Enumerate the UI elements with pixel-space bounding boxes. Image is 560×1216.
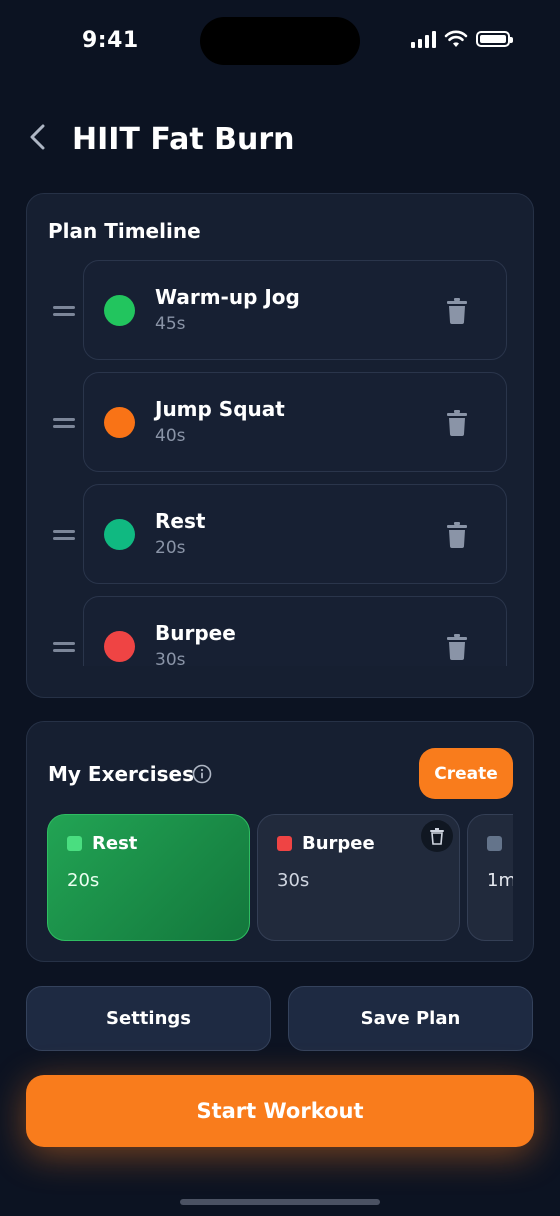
- trash-icon[interactable]: [446, 298, 468, 324]
- drag-handle-icon[interactable]: [53, 418, 75, 428]
- settings-button[interactable]: Settings: [26, 986, 271, 1051]
- color-dot: [104, 519, 135, 550]
- color-dot: [104, 295, 135, 326]
- timeline-item[interactable]: Rest 20s: [83, 484, 507, 584]
- my-exercises-card: My Exercises Create Rest 20s Burpee 30s: [26, 721, 534, 962]
- color-swatch: [67, 836, 82, 851]
- delete-exercise-button[interactable]: [421, 820, 453, 852]
- exercise-tile[interactable]: Rest 20s: [47, 814, 250, 941]
- plan-timeline-card: Plan Timeline Warm-up Jog 45s Jump Squat…: [26, 193, 534, 698]
- color-swatch: [277, 836, 292, 851]
- wifi-icon: [444, 30, 468, 47]
- drag-handle-icon[interactable]: [53, 306, 75, 316]
- timeline-row: Burpee 30s: [27, 596, 533, 666]
- timeline-row: Warm-up Jog 45s: [27, 260, 533, 360]
- timeline-row: Jump Squat 40s: [27, 372, 533, 472]
- exercise-duration: 20s: [67, 870, 100, 891]
- save-plan-button[interactable]: Save Plan: [288, 986, 533, 1051]
- color-swatch: [487, 836, 502, 851]
- timeline-item[interactable]: Jump Squat 40s: [83, 372, 507, 472]
- drag-handle-icon[interactable]: [53, 642, 75, 652]
- header: HIIT Fat Burn: [0, 110, 560, 170]
- trash-icon: [430, 827, 444, 845]
- timeline-item-duration: 20s: [155, 538, 186, 558]
- drag-handle-icon[interactable]: [53, 530, 75, 540]
- exercise-tiles[interactable]: Rest 20s Burpee 30s 1m: [47, 814, 513, 942]
- timeline-item-duration: 40s: [155, 426, 186, 446]
- timeline-list[interactable]: Warm-up Jog 45s Jump Squat 40s Rest 20s: [27, 260, 533, 666]
- status-bar: 9:41: [0, 0, 560, 82]
- timeline-item-duration: 30s: [155, 650, 186, 666]
- timeline-item[interactable]: Warm-up Jog 45s: [83, 260, 507, 360]
- trash-icon[interactable]: [446, 410, 468, 436]
- color-dot: [104, 631, 135, 662]
- timeline-item-name: Warm-up Jog: [155, 285, 300, 309]
- timeline-item-name: Rest: [155, 509, 206, 533]
- back-chevron-icon[interactable]: [22, 120, 52, 154]
- battery-icon: [476, 31, 513, 47]
- trash-icon[interactable]: [446, 634, 468, 660]
- exercise-duration: 30s: [277, 870, 310, 891]
- trash-icon[interactable]: [446, 522, 468, 548]
- exercises-title: My Exercises: [48, 762, 194, 786]
- color-dot: [104, 407, 135, 438]
- timeline-item[interactable]: Burpee 30s: [83, 596, 507, 666]
- exercise-tile[interactable]: 1m: [467, 814, 513, 941]
- timeline-item-name: Jump Squat: [155, 397, 285, 421]
- status-icons: [411, 30, 513, 48]
- exercise-name: Burpee: [302, 833, 375, 854]
- status-time: 9:41: [82, 28, 139, 53]
- create-button[interactable]: Create: [419, 748, 513, 799]
- timeline-item-name: Burpee: [155, 621, 236, 645]
- timeline-item-duration: 45s: [155, 314, 186, 334]
- dynamic-island: [200, 17, 360, 65]
- home-indicator: [180, 1199, 380, 1205]
- page-title: HIIT Fat Burn: [72, 122, 295, 157]
- exercise-name: Rest: [92, 833, 138, 854]
- info-icon[interactable]: [192, 764, 212, 784]
- start-workout-button[interactable]: Start Workout: [26, 1075, 534, 1147]
- timeline-title: Plan Timeline: [48, 219, 201, 243]
- exercise-duration: 1m: [487, 870, 513, 891]
- exercise-tile[interactable]: Burpee 30s: [257, 814, 460, 941]
- cellular-signal-icon: [411, 30, 436, 48]
- timeline-row: Rest 20s: [27, 484, 533, 584]
